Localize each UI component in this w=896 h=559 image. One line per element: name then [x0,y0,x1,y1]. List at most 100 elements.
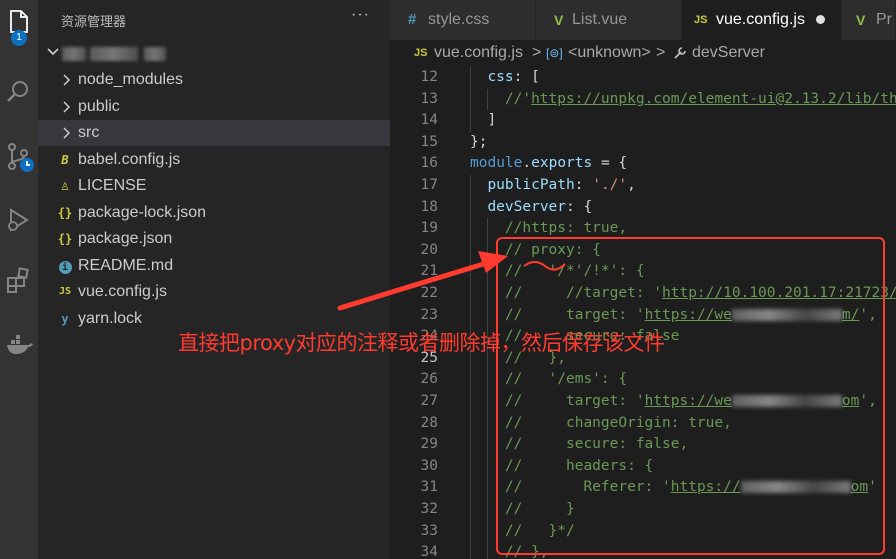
tab-label: Pr [876,11,892,28]
source-control-icon [8,143,34,172]
yarn-icon: y [61,312,69,326]
code-text: }; [470,132,487,154]
code-line[interactable]: 15}; [390,132,896,154]
tree-item-package-lock[interactable]: {} package-lock.json [38,200,390,226]
line-number: 28 [420,414,438,431]
breadcrumb-file[interactable]: vue.config.js [434,40,523,66]
indent-guide [487,283,489,305]
indent-guide [487,477,489,499]
code-text: module.exports = { [470,153,627,175]
project-folder-row[interactable] [38,40,390,66]
docker-icon [7,335,33,354]
line-number: 13 [420,90,438,107]
tree-item-license[interactable]: ♙ LICENSE [38,173,390,199]
line-number: 30 [420,457,438,474]
indent-guide [487,391,489,413]
tab-list-vue[interactable]: V List.vue [536,0,682,40]
babel-icon: B [61,153,69,167]
tree-item-label: package.json [78,230,173,247]
tree-item-package-json[interactable]: {} package.json [38,226,390,252]
indent-guide [487,434,489,456]
tree-item-babel-config[interactable]: B babel.config.js [38,147,390,173]
tree-item-vue-config[interactable]: JS vue.config.js [38,279,390,305]
extensions-button[interactable] [0,258,38,298]
line-number: 17 [420,177,438,193]
code-text: devServer: { [487,197,592,219]
code-token: publicPath [487,177,575,193]
indent-guide [470,520,471,543]
indent-guide [470,67,471,89]
code-text: //'https://unpkg.com/element-ui@2.13.2/l… [505,89,896,111]
code-token: './' [592,177,628,193]
indent-guide [470,304,471,327]
line-number: 20 [420,241,438,258]
json-icon: {} [57,232,73,246]
indent-guide [470,88,471,111]
tab-vue-config-js[interactable]: JS vue.config.js [682,0,842,40]
indent-guide [487,542,489,559]
source-control-button[interactable] [0,134,38,174]
docker-button[interactable] [0,322,38,362]
search-button[interactable] [0,70,38,110]
editor-tab-bar: # style.css V List.vue JS vue.config.js … [390,0,896,40]
annotation-text: 直接把proxy对应的注释或者删除掉，然后保存该文件 [178,331,665,355]
code-line[interactable]: 17 publicPath: './', [390,175,896,197]
vue-file-icon: V [856,12,866,28]
code-line[interactable]: 16 module.exports = { [390,153,896,175]
explorer-button[interactable]: 1 [0,0,38,46]
breadcrumb-symbol-unknown[interactable]: <unknown> [568,40,651,66]
code-token: devServer [487,198,567,215]
url-token: https://unpkg.com/element-ui@2.13.2/lib/… [531,90,896,107]
indent-guide [487,520,489,543]
indent-guide [470,239,471,262]
code-line[interactable]: 13 //'https://unpkg.com/element-ui@2.13.2… [390,88,896,111]
indent-guide [470,196,471,219]
indent-guide [470,369,471,391]
tab-label: List.vue [572,11,628,28]
indent-guide [470,477,471,499]
indent-guide [470,283,471,305]
chevron-right-icon [63,74,71,86]
tree-item-label: yarn.lock [78,310,143,327]
tab-overflow[interactable]: V Pr [842,0,896,40]
redacted-project-name [62,47,86,61]
run-debug-button[interactable] [0,198,38,238]
tree-item-src[interactable]: src [38,120,390,146]
code-token: css [487,69,514,85]
indent-guide [470,391,471,413]
indent-guide [487,88,489,111]
tree-item-public[interactable]: public [38,94,390,120]
code-text: ] [487,110,496,132]
breadcrumb-symbol-devserver[interactable]: devServer [692,40,765,66]
highlight-box [496,237,885,555]
chevron-down-icon [47,48,59,56]
tree-item-label: public [78,98,120,115]
js-file-icon: JS [414,47,428,59]
code-token: : { [566,198,593,215]
indent-guide [470,499,471,521]
indent-guide [487,218,489,240]
code-token: = { [592,155,628,172]
code-line[interactable]: 14] [390,110,896,132]
code-line[interactable]: 18 devServer: { [390,196,896,219]
tree-item-label: LICENSE [78,177,147,194]
line-number: 16 [420,155,438,172]
code-line[interactable]: 12 css: [ [390,67,896,89]
tree-item-readme[interactable]: i README.md [38,253,390,279]
breadcrumb-separator: > [656,44,666,61]
tree-item-node-modules[interactable]: node_modules [38,67,390,93]
indent-guide [487,261,489,283]
code-token: }; [470,133,488,150]
tab-style-css[interactable]: # style.css [390,0,536,40]
line-number: 33 [420,522,438,539]
redacted-project-name [90,47,138,61]
more-actions-button[interactable]: ··· [351,6,370,24]
tree-item-label: babel.config.js [78,151,181,168]
indent-guide [470,110,471,132]
tree-item-label: src [78,124,100,141]
sidebar-title: 资源管理器 [61,14,127,29]
tree-item-label: package-lock.json [78,204,207,221]
js-file-icon: JS [694,14,708,26]
unsaved-dot-icon[interactable] [816,15,825,24]
code-token: . [522,155,532,172]
